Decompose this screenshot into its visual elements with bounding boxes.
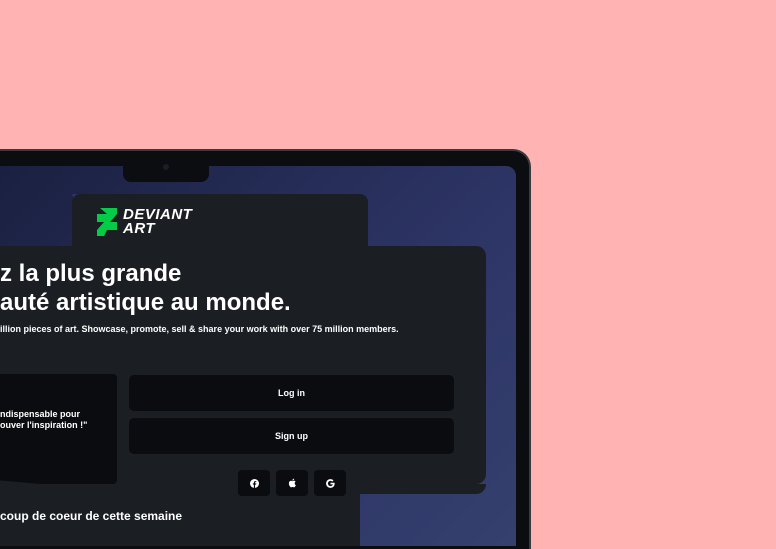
quote-line-1: ndispensable pour [0,409,81,419]
google-icon [325,478,335,488]
camera-icon [163,164,169,170]
facebook-icon [249,478,259,488]
weekly-favorites-heading: coup de coeur de cette semaine [0,509,183,523]
deviantart-mark-icon [97,208,117,236]
page-headline: z la plus grande auté artistique au mond… [0,259,291,317]
page-subline: illion pieces of art. Showcase, promote,… [0,324,399,334]
login-button[interactable]: Log in [129,375,454,411]
apple-icon [288,478,297,488]
headline-line-2: auté artistique au monde. [0,289,291,316]
logo-line-2: ART [123,220,156,237]
quote-line-2: ouver l'inspiration !" [0,420,88,430]
quote-text: ndispensable pour ouver l'inspiration !" [0,409,87,431]
headline-line-1: z la plus grande [0,260,182,287]
signup-button[interactable]: Sign up [129,418,454,454]
google-login-button[interactable] [314,470,346,496]
deviantart-logo[interactable]: DEVIANT ART [97,207,192,237]
facebook-login-button[interactable] [238,470,270,496]
camera-notch [123,151,209,182]
logo-wordmark: DEVIANT ART [123,207,192,237]
apple-login-button[interactable] [276,470,308,496]
lower-panel-corner [360,484,486,494]
